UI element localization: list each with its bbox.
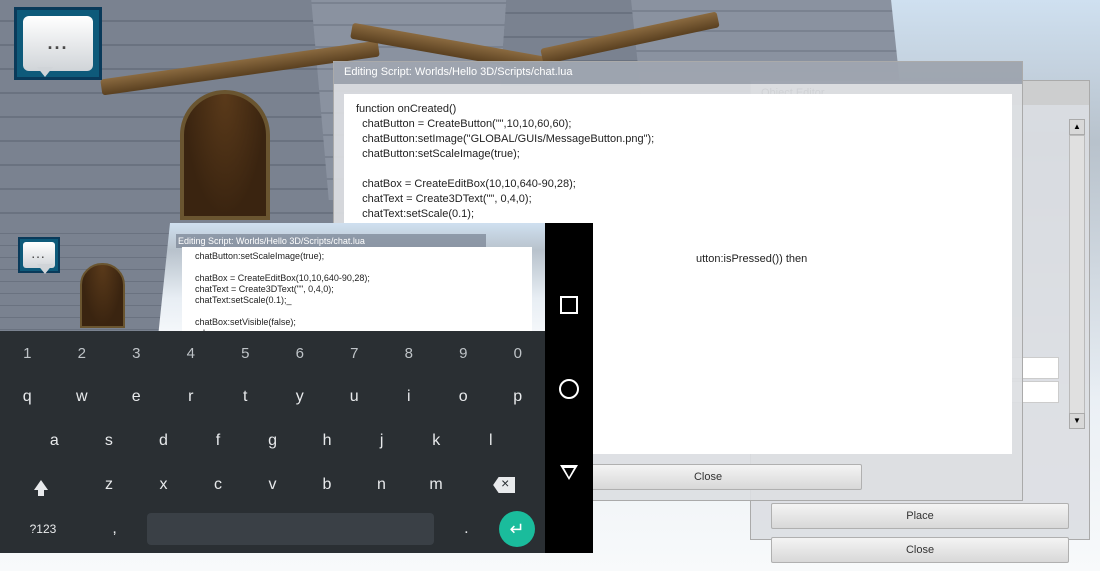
key-period[interactable]: . [438, 507, 495, 551]
key-u[interactable]: u [327, 375, 382, 419]
key-2[interactable]: 2 [55, 331, 110, 375]
castle-door [180, 90, 270, 220]
key-g[interactable]: g [245, 419, 300, 463]
key-8[interactable]: 8 [382, 331, 437, 375]
backspace-icon [493, 477, 515, 493]
key-m[interactable]: m [409, 463, 464, 507]
key-3[interactable]: 3 [109, 331, 164, 375]
scroll-down-button[interactable]: ▼ [1069, 413, 1085, 429]
key-enter[interactable]: ↵ [499, 511, 535, 547]
scroll-up-button[interactable]: ▲ [1069, 119, 1085, 135]
place-button[interactable]: Place [771, 503, 1069, 529]
key-s[interactable]: s [82, 419, 137, 463]
key-9[interactable]: 9 [436, 331, 491, 375]
key-r[interactable]: r [164, 375, 219, 419]
script-code-editor-mini[interactable]: chatButton:setScaleImage(true); chatBox … [182, 247, 532, 331]
key-comma[interactable]: , [86, 507, 143, 551]
key-i[interactable]: i [382, 375, 437, 419]
key-4[interactable]: 4 [164, 331, 219, 375]
key-w[interactable]: w [55, 375, 110, 419]
key-t[interactable]: t [218, 375, 273, 419]
back-button[interactable] [560, 465, 578, 480]
key-z[interactable]: z [82, 463, 137, 507]
home-button[interactable] [559, 379, 579, 399]
object-editor-close-button[interactable]: Close [771, 537, 1069, 563]
onscreen-keyboard: 1 2 3 4 5 6 7 8 9 0 q w e r t y u i o p … [0, 331, 545, 553]
key-6[interactable]: 6 [273, 331, 328, 375]
scrollbar[interactable] [1069, 135, 1085, 415]
message-button[interactable]: ... [14, 7, 102, 80]
key-y[interactable]: y [273, 375, 328, 419]
key-e[interactable]: e [109, 375, 164, 419]
key-a[interactable]: a [27, 419, 82, 463]
key-0[interactable]: 0 [491, 331, 546, 375]
key-space[interactable] [147, 513, 433, 545]
key-1[interactable]: 1 [0, 331, 55, 375]
key-backspace[interactable] [463, 463, 545, 507]
key-v[interactable]: v [245, 463, 300, 507]
key-f[interactable]: f [191, 419, 246, 463]
key-q[interactable]: q [0, 375, 55, 419]
script-editor-close-button[interactable]: Close [554, 464, 862, 490]
android-navbar [545, 223, 593, 553]
shift-icon [34, 480, 48, 490]
speech-bubble-icon: ... [23, 16, 93, 71]
message-button-mini[interactable]: ... [18, 237, 60, 273]
key-5[interactable]: 5 [218, 331, 273, 375]
key-h[interactable]: h [300, 419, 355, 463]
key-k[interactable]: k [409, 419, 464, 463]
key-o[interactable]: o [436, 375, 491, 419]
enter-icon: ↵ [509, 519, 524, 540]
castle-door-mini [80, 263, 125, 328]
key-shift[interactable] [0, 463, 82, 507]
speech-bubble-icon: ... [23, 242, 55, 268]
key-b[interactable]: b [300, 463, 355, 507]
key-symbols[interactable]: ?123 [0, 507, 86, 551]
key-n[interactable]: n [354, 463, 409, 507]
key-c[interactable]: c [191, 463, 246, 507]
key-l[interactable]: l [464, 419, 519, 463]
recents-button[interactable] [560, 296, 578, 314]
script-editor-titlebar-mini[interactable]: Editing Script: Worlds/Hello 3D/Scripts/… [176, 234, 486, 248]
script-editor-titlebar[interactable]: Editing Script: Worlds/Hello 3D/Scripts/… [334, 62, 1022, 84]
key-7[interactable]: 7 [327, 331, 382, 375]
key-x[interactable]: x [136, 463, 191, 507]
key-d[interactable]: d [136, 419, 191, 463]
key-j[interactable]: j [354, 419, 409, 463]
key-p[interactable]: p [491, 375, 546, 419]
mobile-device-overlay: ... Editing Script: Worlds/Hello 3D/Scri… [0, 223, 593, 553]
